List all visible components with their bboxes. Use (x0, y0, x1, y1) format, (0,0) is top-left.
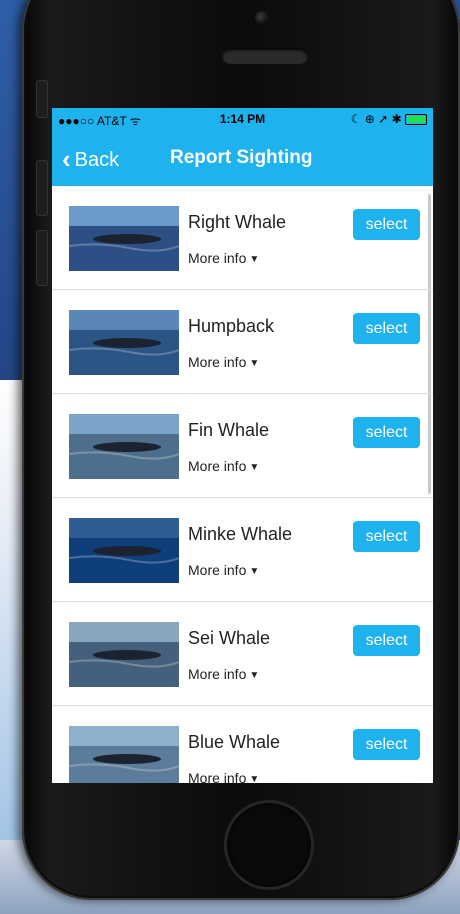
navigation-bar: ‹ Back Report Sighting (52, 130, 433, 186)
whale-name: Humpback (188, 316, 275, 336)
more-info-label: More info (188, 354, 247, 370)
caret-down-icon: ▼ (249, 566, 260, 577)
more-info-link[interactable]: More info ▼ (188, 666, 259, 682)
whale-name: Sei Whale (188, 628, 271, 648)
more-info-label: More info (188, 250, 247, 266)
battery-icon (405, 114, 427, 126)
caret-down-icon: ▼ (249, 670, 260, 681)
more-info-link[interactable]: More info ▼ (188, 562, 259, 578)
volume-down-button (36, 230, 48, 286)
caret-down-icon: ▼ (249, 254, 260, 265)
caret-down-icon: ▼ (249, 462, 260, 473)
select-button[interactable]: select (353, 729, 420, 760)
volume-up-button (36, 160, 48, 216)
list-item: Blue Whale More info ▼ select (52, 706, 433, 783)
more-info-link[interactable]: More info ▼ (188, 250, 259, 266)
list-item: Minke Whale More info ▼ select (52, 498, 433, 602)
more-info-label: More info (188, 770, 247, 783)
select-button[interactable]: select (353, 625, 420, 656)
more-info-link[interactable]: More info ▼ (188, 354, 259, 370)
list-item: Fin Whale More info ▼ select (52, 394, 433, 498)
more-info-link[interactable]: More info ▼ (188, 458, 259, 474)
whale-photo (69, 622, 179, 687)
select-button[interactable]: select (353, 313, 420, 344)
select-button[interactable]: select (353, 417, 420, 448)
chevron-left-icon: ‹ (62, 144, 71, 174)
more-info-label: More info (188, 562, 247, 578)
list-item: Right Whale More info ▼ select (52, 186, 433, 290)
status-glyphs: ☾ ⊕ ➚ ✱ (350, 112, 402, 126)
more-info-label: More info (188, 458, 247, 474)
caret-down-icon: ▼ (249, 774, 260, 783)
whale-name: Minke Whale (188, 524, 293, 544)
whale-photo (69, 726, 179, 783)
whale-name: Blue Whale (188, 732, 281, 752)
more-info-link[interactable]: More info ▼ (188, 770, 259, 783)
whale-name: Fin Whale (188, 420, 270, 440)
whale-photo (69, 310, 179, 375)
more-info-label: More info (188, 666, 247, 682)
whale-photo (69, 414, 179, 479)
earpiece-speaker (222, 48, 308, 64)
list-item: Sei Whale More info ▼ select (52, 602, 433, 706)
whale-photo (69, 518, 179, 583)
whale-photo (69, 206, 179, 271)
status-bar: ●●●○○ AT&T ᯤ 1:14 PM ☾ ⊕ ➚ ✱ (52, 108, 433, 130)
home-button[interactable] (224, 800, 314, 890)
list-item: Humpback More info ▼ select (52, 290, 433, 394)
mute-switch (36, 80, 48, 118)
page-title: Report Sighting (170, 147, 313, 168)
app-screen: ●●●○○ AT&T ᯤ 1:14 PM ☾ ⊕ ➚ ✱ ‹ Back Repor… (52, 108, 433, 783)
caret-down-icon: ▼ (249, 358, 260, 369)
status-icons: ☾ ⊕ ➚ ✱ (351, 112, 427, 126)
back-label: Back (74, 149, 120, 171)
select-button[interactable]: select (353, 209, 420, 240)
back-button[interactable]: ‹ Back (62, 144, 119, 175)
front-camera (255, 11, 269, 25)
whale-name: Right Whale (188, 212, 287, 232)
select-button[interactable]: select (353, 521, 420, 552)
whale-list[interactable]: Right Whale More info ▼ select Humpback M… (52, 186, 433, 783)
